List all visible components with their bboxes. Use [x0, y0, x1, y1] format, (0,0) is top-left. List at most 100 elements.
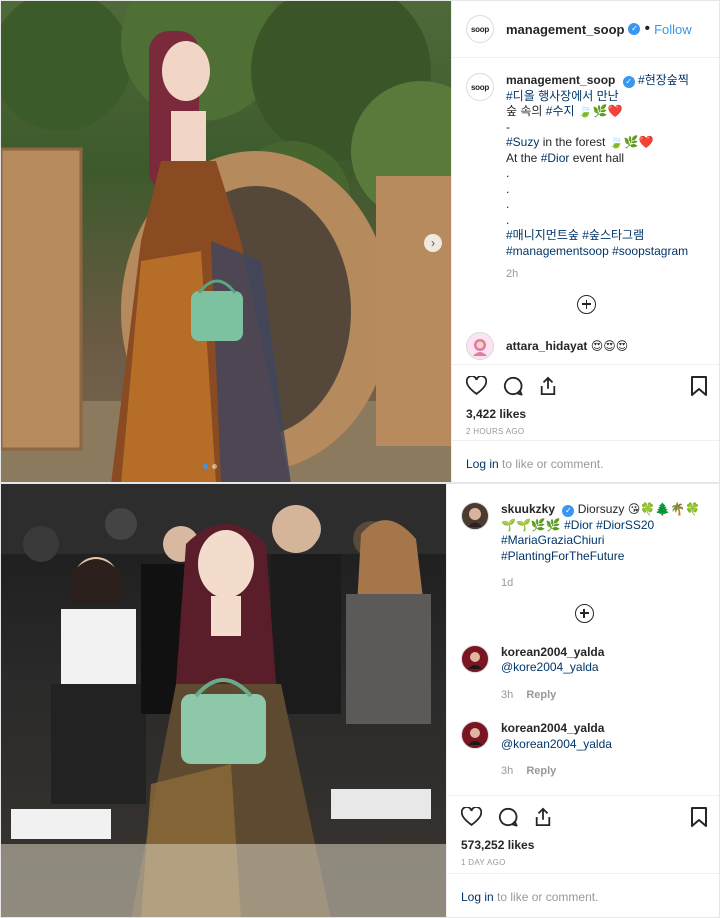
hashtag-link[interactable]: #매니지먼트숲 #숲스타그램 — [506, 228, 644, 242]
hashtag-link[interactable]: #디올 행사장에서 만난 — [506, 89, 619, 103]
caption: skuukzky ✓ Diorsuzy 😘🍀🌲🌴🍀 🌱🌱🌿🌿 #Dior #Di… — [461, 502, 707, 592]
caption-time: 1d — [501, 576, 700, 592]
comment-username[interactable]: korean2004_yalda — [501, 721, 604, 735]
verified-badge-icon: ✓ — [562, 505, 575, 517]
hashtag-link[interactable]: #Suzy — [506, 135, 539, 149]
photo-illustration-2 — [1, 484, 446, 917]
login-link[interactable]: Log in — [466, 457, 499, 471]
comment: attara_hidayat 😍😍😍 — [466, 331, 707, 360]
avatar[interactable]: soop — [466, 73, 494, 101]
login-text: to like or comment. — [493, 890, 599, 904]
action-bar: 573,252 likes 1 DAY AGO — [447, 795, 719, 873]
timestamp[interactable]: 3h — [501, 689, 513, 701]
hashtag-link[interactable]: #DiorSS20 — [596, 518, 654, 532]
comment-username[interactable]: attara_hidayat — [506, 339, 587, 353]
avatar[interactable] — [461, 644, 489, 673]
mention-link[interactable]: @korean2004_yalda — [501, 737, 612, 751]
post-header: soop management_soop ✓ • Follow — [452, 1, 719, 58]
comment-body: attara_hidayat 😍😍😍 — [506, 332, 628, 360]
hashtag-link[interactable]: #PlantingForTheFuture — [501, 549, 624, 563]
heart-icon[interactable] — [466, 376, 487, 396]
caption-text: At the — [506, 150, 541, 165]
reply-button[interactable]: Reply — [526, 765, 556, 777]
post-card-1: › soop management_soop ✓ • Follow soop m… — [0, 0, 720, 483]
hashtag-link[interactable]: #Dior — [564, 518, 593, 532]
verified-badge-icon: ✓ — [628, 23, 641, 35]
hashtag-link[interactable]: #수지 — [546, 104, 575, 118]
caption-text: . — [506, 166, 510, 180]
comment: korean2004_yalda @korean2004_yalda 3h Re… — [461, 721, 707, 780]
username-link[interactable]: management_soop — [506, 22, 624, 37]
likes-count[interactable]: 573,252 likes — [461, 838, 707, 852]
timestamp[interactable]: 2h — [506, 268, 518, 280]
hashtag-link[interactable]: #managementsoop #soopstagram — [506, 244, 688, 258]
load-more-comments-icon[interactable] — [574, 603, 594, 623]
likes-count[interactable]: 3,422 likes — [466, 407, 707, 421]
hashtag-link[interactable]: #MariaGraziaChiuri — [501, 533, 604, 547]
heart-icon[interactable] — [461, 807, 482, 827]
share-icon[interactable] — [534, 807, 552, 827]
login-link[interactable]: Log in — [461, 890, 494, 904]
caption-username[interactable]: skuukzky — [501, 502, 555, 516]
bookmark-icon[interactable] — [691, 807, 707, 827]
reply-button[interactable]: Reply — [526, 689, 556, 701]
follow-button[interactable]: Follow — [654, 22, 692, 37]
avatar[interactable] — [466, 331, 494, 360]
post-side-panel-2: skuukzky ✓ Diorsuzy 😘🍀🌲🌴🍀 🌱🌱🌿🌿 #Dior #Di… — [446, 484, 719, 917]
post-card-2: skuukzky ✓ Diorsuzy 😘🍀🌲🌴🍀 🌱🌱🌿🌿 #Dior #Di… — [0, 483, 720, 918]
avatar[interactable] — [461, 502, 489, 530]
post-photo-1[interactable]: › — [1, 1, 451, 482]
post-photo-2[interactable] — [1, 484, 446, 917]
timestamp[interactable]: 1d — [501, 577, 513, 589]
emoji: 🍃🌿❤️ — [577, 104, 623, 118]
caption-text: - — [506, 119, 510, 134]
post-age: 1 DAY AGO — [461, 858, 506, 867]
avatar-logo: soop — [471, 24, 489, 34]
next-slide-button[interactable]: › — [424, 234, 442, 252]
login-prompt: Log in to like or comment. — [452, 440, 719, 482]
comment-username[interactable]: korean2004_yalda — [501, 645, 604, 659]
hashtag-link[interactable]: #Dior — [541, 151, 570, 165]
comments-section: skuukzky ✓ Diorsuzy 😘🍀🌲🌴🍀 🌱🌱🌿🌿 #Dior #Di… — [447, 502, 719, 792]
avatar[interactable]: soop — [466, 15, 494, 43]
comment-icon[interactable] — [498, 807, 518, 827]
comments-section: soop management_soop ✓ #현장숲찍 #디올 행사장에서 만… — [452, 73, 719, 372]
post-side-panel-1: soop management_soop ✓ • Follow soop man… — [451, 1, 719, 482]
comment-meta: 3h Reply — [501, 764, 612, 780]
emoji: 🍃🌿❤️ — [608, 135, 654, 149]
comment-meta: 3h Reply — [501, 688, 604, 704]
caption-body: management_soop ✓ #현장숲찍 #디올 행사장에서 만난 숲 속… — [506, 73, 689, 283]
separator-dot: • — [644, 20, 651, 37]
caption-text: . — [506, 212, 510, 227]
photo-illustration-1 — [1, 1, 451, 482]
hijab-avatar-icon — [473, 338, 487, 356]
emoji: 😘🍀🌲🌴🍀 — [627, 502, 701, 516]
caption-username[interactable]: management_soop — [506, 73, 615, 87]
caption-text: 숲 속의 — [506, 104, 546, 118]
load-more-comments-icon[interactable] — [577, 294, 596, 314]
emoji: 🌱🌱🌿🌿 — [501, 517, 565, 532]
comment-body: korean2004_yalda @korean2004_yalda 3h Re… — [501, 721, 612, 780]
caption-time: 2h — [506, 267, 689, 283]
profile-photo-icon — [468, 728, 482, 745]
caption-text: Diorsuzy — [577, 502, 628, 516]
comment-icon[interactable] — [503, 376, 523, 396]
hashtag-link[interactable]: #현장숲찍 — [638, 73, 689, 87]
mention-link[interactable]: @kore2004_yalda — [501, 660, 599, 674]
caption-text: . — [506, 181, 510, 196]
post-age: 2 HOURS AGO — [466, 427, 525, 436]
action-bar: 3,422 likes 2 HOURS AGO — [452, 364, 719, 440]
comment: korean2004_yalda @kore2004_yalda 3h Repl… — [461, 644, 707, 704]
comment-text: 😍😍😍 — [590, 338, 629, 353]
profile-photo-icon — [468, 508, 482, 527]
comment-body: korean2004_yalda @kore2004_yalda 3h Repl… — [501, 645, 604, 704]
bookmark-icon[interactable] — [691, 376, 707, 396]
avatar[interactable] — [461, 721, 489, 749]
caption: soop management_soop ✓ #현장숲찍 #디올 행사장에서 만… — [466, 73, 707, 283]
carousel-indicator — [201, 464, 219, 469]
caption-body: skuukzky ✓ Diorsuzy 😘🍀🌲🌴🍀 🌱🌱🌿🌿 #Dior #Di… — [501, 502, 700, 592]
caption-text: . — [506, 197, 510, 211]
timestamp[interactable]: 3h — [501, 765, 513, 777]
login-text: to like or comment. — [498, 457, 604, 471]
share-icon[interactable] — [539, 376, 557, 396]
